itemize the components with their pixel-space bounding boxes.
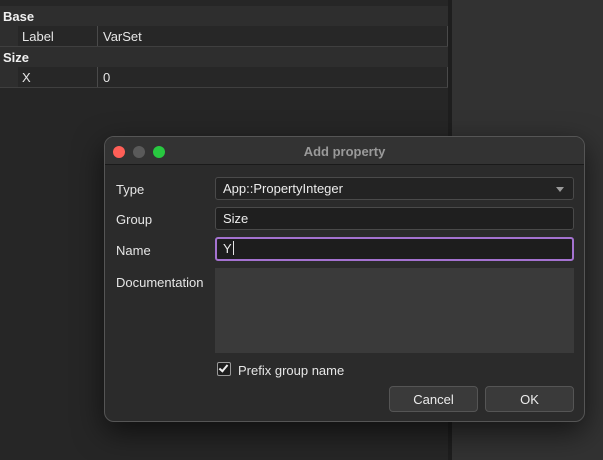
documentation-textarea[interactable] [215,268,574,353]
property-name: X [18,67,98,87]
group-label: Size [3,50,30,65]
dialog-title: Add property [303,144,386,159]
screen: Base Label VarSet Size X 0 Add property … [0,0,603,460]
dialog-titlebar[interactable]: Add property [105,137,584,165]
chevron-down-icon [556,187,564,192]
name-field-value: Y [223,241,232,256]
property-row-label[interactable]: Label VarSet [0,26,448,47]
group-row-base[interactable]: Base [0,6,448,27]
property-value[interactable]: 0 [98,67,110,87]
checkmark-icon [218,362,229,373]
property-row-x[interactable]: X 0 [0,67,448,88]
group-field[interactable]: Size [215,207,574,230]
property-value[interactable]: VarSet [98,26,142,46]
group-label: Group [116,212,153,227]
type-label: Type [116,182,145,197]
text-caret [232,241,234,255]
prefix-group-label[interactable]: Prefix group name [238,363,344,378]
group-row-size[interactable]: Size [0,47,448,68]
cancel-button[interactable]: Cancel [389,386,478,412]
prefix-group-checkbox[interactable] [217,362,231,376]
row-indent [0,67,18,87]
add-property-dialog: Add property Type App::PropertyInteger G… [104,136,585,422]
ok-button[interactable]: OK [485,386,574,412]
property-name: Label [18,26,98,46]
type-select-value: App::PropertyInteger [223,181,343,196]
name-field[interactable]: Y [215,237,574,261]
documentation-label: Documentation [116,275,204,290]
group-label: Base [3,9,35,24]
row-indent [0,26,18,46]
name-label: Name [116,243,151,258]
type-select[interactable]: App::PropertyInteger [215,177,574,200]
